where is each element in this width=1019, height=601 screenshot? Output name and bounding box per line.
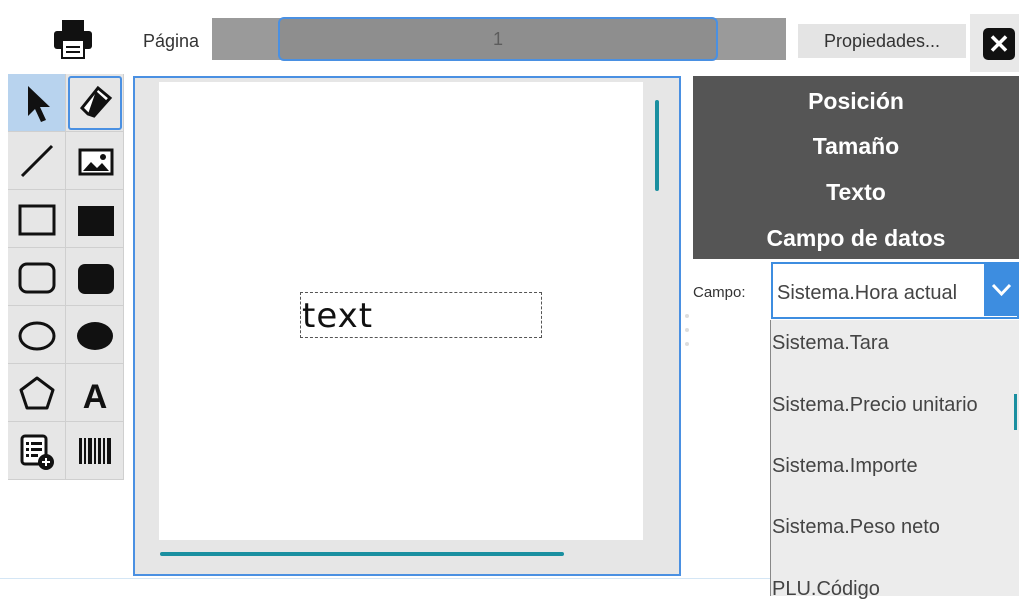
pointer-tool[interactable]: [8, 74, 66, 132]
line-tool[interactable]: [8, 132, 66, 190]
page-number-input[interactable]: 1: [278, 17, 718, 61]
page-label: Página: [143, 31, 200, 51]
ellipse-icon: [18, 321, 56, 351]
eraser-icon: [79, 85, 113, 118]
filled-ellipse-tool[interactable]: [66, 306, 124, 364]
properties-button[interactable]: Propiedades...: [798, 24, 966, 58]
rounded-rectangle-icon: [18, 262, 56, 294]
dropdown-toggle[interactable]: [984, 264, 1019, 316]
pointer-icon: [28, 86, 50, 122]
filled-rectangle-tool[interactable]: [66, 190, 124, 248]
field-option[interactable]: PLU.Código: [772, 578, 880, 601]
section-position[interactable]: Posición: [693, 88, 1019, 115]
image-icon: [78, 148, 114, 176]
data-field-icon: [20, 434, 54, 470]
field-option[interactable]: Sistema.Tara: [772, 332, 889, 355]
barcode-tool[interactable]: [66, 422, 124, 480]
field-option[interactable]: Sistema.Precio unitario: [772, 394, 978, 417]
field-select-value: Sistema.Hora actual: [777, 282, 958, 304]
text-tool[interactable]: A: [66, 364, 124, 422]
grip-icon: [685, 314, 689, 346]
divider: [0, 578, 770, 579]
canvas-horizontal-scroll-thumb[interactable]: [160, 552, 564, 556]
polygon-tool[interactable]: [8, 364, 66, 422]
rectangle-icon: [18, 204, 56, 236]
filled-rectangle-icon: [78, 206, 114, 236]
filled-ellipse-icon: [77, 322, 113, 350]
field-option[interactable]: Sistema.Importe: [772, 455, 918, 478]
rectangle-tool[interactable]: [8, 190, 66, 248]
options-scroll-thumb[interactable]: [1014, 394, 1017, 430]
field-option[interactable]: Sistema.Peso neto: [772, 516, 940, 539]
rounded-rectangle-tool[interactable]: [8, 248, 66, 306]
text-object[interactable]: text: [302, 296, 373, 336]
canvas-vertical-scroll-thumb[interactable]: [655, 100, 659, 191]
close-icon: ✕: [983, 28, 1015, 60]
text-icon: A: [83, 378, 108, 416]
section-size[interactable]: Tamaño: [693, 133, 1019, 160]
image-tool[interactable]: [66, 132, 124, 190]
filled-rounded-rectangle-icon: [78, 264, 114, 294]
section-data-field[interactable]: Campo de datos: [693, 225, 1019, 252]
print-button[interactable]: [50, 18, 96, 60]
eraser-tool[interactable]: [66, 74, 124, 132]
svg-text:A: A: [83, 378, 108, 416]
ellipse-tool[interactable]: [8, 306, 66, 364]
filled-rounded-rectangle-tool[interactable]: [66, 248, 124, 306]
printer-icon: [54, 20, 92, 59]
section-text[interactable]: Texto: [693, 179, 1019, 206]
chevron-down-icon: [991, 283, 1012, 297]
line-icon: [20, 144, 54, 178]
data-field-tool[interactable]: [8, 422, 66, 480]
polygon-icon: [19, 376, 55, 410]
field-label: Campo:: [693, 284, 746, 301]
panel-splitter-handle[interactable]: [684, 312, 690, 352]
barcode-icon: [79, 438, 111, 464]
